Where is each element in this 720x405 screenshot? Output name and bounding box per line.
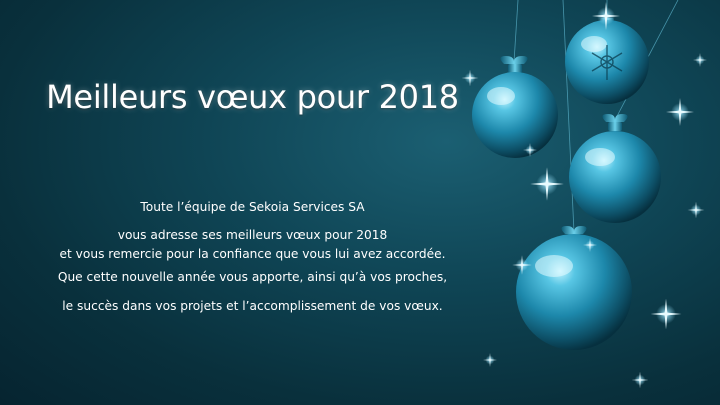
greeting-card: Meilleurs vœux pour 2018 Toute l’équipe … — [0, 0, 720, 405]
ornament-2-icon — [565, 18, 649, 104]
ornament-1-icon — [472, 56, 558, 158]
christmas-ornaments-illustration — [461, 0, 707, 389]
ornament-3-icon — [569, 114, 661, 223]
ornament-4-icon — [516, 226, 632, 350]
